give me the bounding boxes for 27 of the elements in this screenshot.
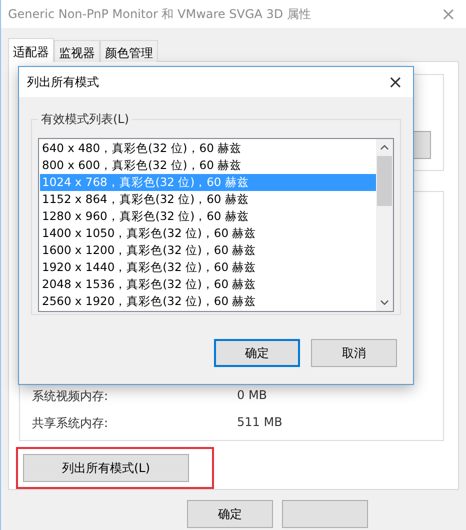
mode-item[interactable]: 640 x 480，真彩色(32 位)，60 赫兹 [40,140,376,157]
window-title: Generic Non-PnP Monitor 和 VMware SVGA 3D 属性 [8,6,311,22]
memory-value: 511 MB [237,415,282,431]
scroll-thumb[interactable] [377,156,392,206]
mode-item[interactable]: 1400 x 1050，真彩色(32 位)，60 赫兹 [40,225,376,242]
list-modes-button[interactable]: 列出所有模式(L) [23,454,189,482]
mode-item[interactable]: 1152 x 864，真彩色(32 位)，60 赫兹 [40,191,376,208]
memory-label: 共享系统内存: [32,415,110,432]
dialog-button[interactable]: 确定 [187,500,273,528]
tab[interactable]: 颜色管理 [100,40,158,62]
tab[interactable]: 适配器 [8,38,54,62]
dialog-button[interactable] [282,500,368,528]
mode-item[interactable]: 1920 x 1440，真彩色(32 位)，60 赫兹 [40,259,376,276]
memory-value: 0 MB [237,388,268,404]
dialog-button[interactable]: 取消 [311,339,397,367]
dialog-button[interactable]: 确定 [214,339,300,367]
mode-item[interactable]: 2048 x 1536，真彩色(32 位)，60 赫兹 [40,276,376,293]
mode-item[interactable]: 1280 x 960，真彩色(32 位)，60 赫兹 [40,208,376,225]
dialog-title: 列出所有模式 [27,74,99,90]
scrollbar[interactable] [376,139,393,311]
mode-item[interactable]: 800 x 600，真彩色(32 位)，60 赫兹 [40,157,376,174]
tab[interactable]: 监视器 [54,40,100,62]
group-label: 有效模式列表(L) [38,111,132,128]
close-button[interactable]: × [388,72,403,92]
mode-item[interactable]: 1600 x 1200，真彩色(32 位)，60 赫兹 [40,242,376,259]
mode-item[interactable]: 2560 x 1920，真彩色(32 位)，60 赫兹 [40,293,376,310]
memory-label: 系统视频内存: [32,388,110,405]
